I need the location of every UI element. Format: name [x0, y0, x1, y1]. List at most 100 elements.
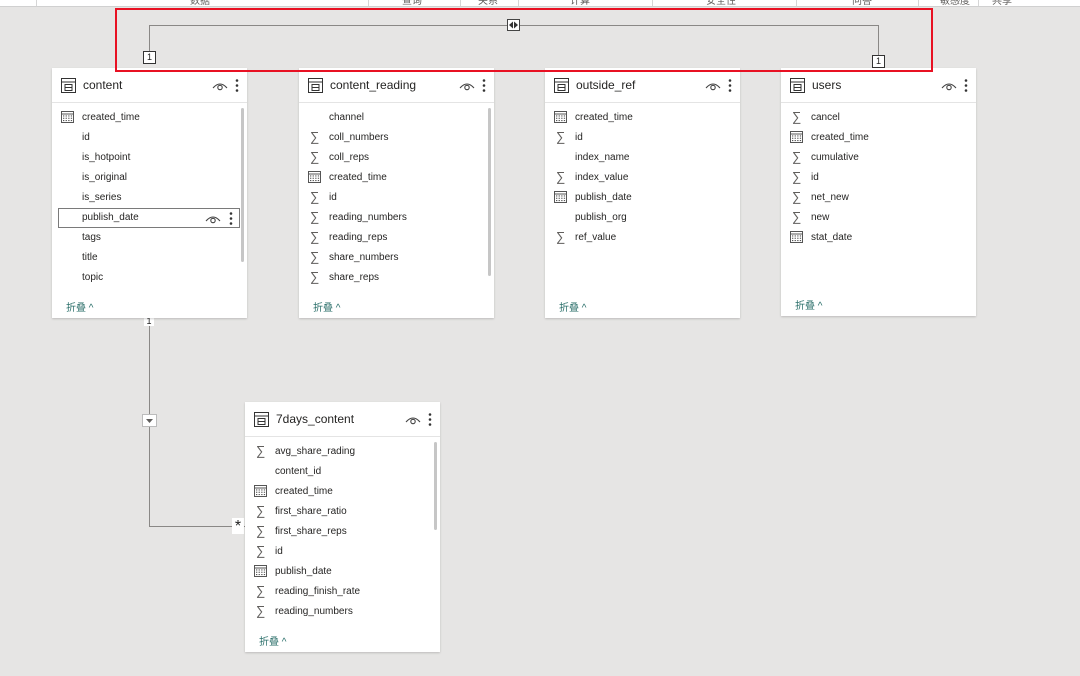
field-row[interactable]: created_time	[245, 482, 440, 502]
field-row[interactable]: publish_org	[545, 208, 740, 228]
table-header[interactable]: 7days_content	[245, 402, 440, 437]
visibility-eye-icon[interactable]	[705, 79, 721, 91]
ribbon-item[interactable]: 数据	[190, 0, 210, 6]
calendar-icon	[254, 485, 267, 498]
table-header[interactable]: outside_ref	[545, 68, 740, 103]
collapse-button[interactable]: 折叠 ^	[795, 297, 822, 312]
field-row[interactable]: channel	[299, 108, 494, 128]
ribbon-item[interactable]: 计算	[570, 0, 590, 6]
field-name: reading_numbers	[275, 606, 353, 617]
field-row[interactable]: ∑ new	[781, 208, 976, 228]
table-card-users[interactable]: users ∑ cancel created_time ∑ cumulative ∑ id ∑ n…	[781, 68, 976, 316]
table-header[interactable]: content	[52, 68, 247, 103]
scrollbar[interactable]	[488, 108, 491, 276]
table-title: outside_ref	[576, 78, 636, 92]
ribbon-item[interactable]: 敏感度	[940, 0, 970, 6]
relationship-line-content-7days-horizontal[interactable]	[149, 526, 245, 527]
field-row[interactable]: ∑ reading_numbers	[299, 208, 494, 228]
ribbon-item[interactable]: 安全性	[706, 0, 736, 6]
collapse-button[interactable]: 折叠 ^	[66, 299, 93, 314]
table-card-content[interactable]: content created_timeid is_hotpoint is_origi…	[52, 68, 247, 318]
visibility-eye-icon[interactable]	[941, 79, 957, 91]
calendar-icon	[308, 171, 321, 184]
field-row[interactable]: publish_date	[245, 562, 440, 582]
field-name: reading_reps	[329, 232, 388, 243]
field-name: publish_date	[575, 192, 632, 203]
field-row[interactable]: stat_date	[781, 228, 976, 248]
field-row[interactable]: is_series	[52, 188, 247, 208]
table-header[interactable]: users	[781, 68, 976, 103]
more-options-icon[interactable]	[964, 78, 968, 93]
field-more-options-icon[interactable]	[229, 211, 233, 226]
scrollbar[interactable]	[434, 442, 437, 530]
visibility-eye-icon[interactable]	[459, 79, 475, 91]
field-row[interactable]: publish_date	[545, 188, 740, 208]
visibility-eye-icon[interactable]	[212, 79, 228, 91]
field-row[interactable]: ∑ reading_finish_rate	[245, 582, 440, 602]
field-row[interactable]: is_original	[52, 168, 247, 188]
field-row[interactable]: ∑ index_value	[545, 168, 740, 188]
sigma-icon: ∑	[256, 443, 266, 458]
field-row[interactable]: tags	[52, 228, 247, 248]
field-row[interactable]: ∑ share_numbers	[299, 248, 494, 268]
collapse-button[interactable]: 折叠 ^	[313, 299, 340, 314]
field-name: topic	[82, 272, 104, 283]
field-row[interactable]: topic	[52, 268, 247, 288]
field-row[interactable]: ∑ first_share_reps	[245, 522, 440, 542]
field-name: id	[275, 546, 283, 557]
field-name: is_original	[82, 172, 128, 183]
calendar-icon	[254, 565, 267, 578]
field-row[interactable]: content_id	[245, 462, 440, 482]
ribbon-item[interactable]: 查询	[402, 0, 422, 6]
field-row[interactable]: ∑ id	[781, 168, 976, 188]
field-row[interactable]: ∑ net_new	[781, 188, 976, 208]
field-row[interactable]: publish_date	[58, 208, 240, 228]
more-options-icon[interactable]	[428, 412, 432, 427]
field-row[interactable]: ∑ id	[299, 188, 494, 208]
ribbon-item[interactable]: 共享	[992, 0, 1012, 6]
visibility-eye-icon[interactable]	[405, 413, 421, 425]
table-card-7days-content[interactable]: 7days_content ∑ avg_share_rading content_id…	[245, 402, 440, 652]
more-options-icon[interactable]	[728, 78, 732, 93]
ribbon-divider	[978, 0, 979, 6]
field-row[interactable]: index_name	[545, 148, 740, 168]
field-row[interactable]: ∑ reading_numbers	[245, 602, 440, 622]
scrollbar[interactable]	[241, 108, 244, 262]
table-icon	[308, 78, 323, 93]
table-header[interactable]: content_reading	[299, 68, 494, 103]
field-row[interactable]: ∑ coll_numbers	[299, 128, 494, 148]
field-row[interactable]: ∑ reading_reps	[299, 228, 494, 248]
field-row[interactable]: is_hotpoint	[52, 148, 247, 168]
field-row[interactable]: ∑ cancel	[781, 108, 976, 128]
field-row[interactable]: ∑ avg_share_rading	[245, 442, 440, 462]
table-icon	[254, 412, 269, 427]
field-row[interactable]: created_time	[545, 108, 740, 128]
field-row[interactable]: ∑ first_share_ratio	[245, 502, 440, 522]
collapse-button[interactable]: 折叠 ^	[259, 633, 286, 648]
field-row[interactable]: ∑ coll_reps	[299, 148, 494, 168]
more-options-icon[interactable]	[235, 78, 239, 93]
more-options-icon[interactable]	[482, 78, 486, 93]
table-card-content-reading[interactable]: content_readingchannel ∑ coll_numbers ∑ coll…	[299, 68, 494, 318]
field-row[interactable]: ∑ cumulative	[781, 148, 976, 168]
field-row[interactable]: ∑ id	[245, 542, 440, 562]
field-row[interactable]: id	[52, 128, 247, 148]
ribbon-item[interactable]: 问答	[852, 0, 872, 6]
field-name: net_new	[811, 192, 849, 203]
field-row[interactable]: created_time	[781, 128, 976, 148]
table-card-outside-ref[interactable]: outside_ref created_time ∑ id index_name ∑ ind…	[545, 68, 740, 318]
field-row[interactable]: title	[52, 248, 247, 268]
field-row[interactable]: ∑ share_reps	[299, 268, 494, 288]
calendar-icon	[790, 131, 803, 144]
field-name: created_time	[82, 112, 140, 123]
field-row[interactable]: ∑ ref_value	[545, 228, 740, 248]
table-icon	[554, 78, 569, 93]
field-row[interactable]: created_time	[52, 108, 247, 128]
ribbon-item[interactable]: 关系	[478, 0, 498, 6]
collapse-button[interactable]: 折叠 ^	[559, 299, 586, 314]
field-visibility-eye-icon[interactable]	[205, 212, 221, 224]
filter-direction-arrow-icon[interactable]	[142, 414, 157, 427]
field-row[interactable]: created_time	[299, 168, 494, 188]
field-row[interactable]: ∑ id	[545, 128, 740, 148]
sigma-icon: ∑	[792, 189, 802, 204]
